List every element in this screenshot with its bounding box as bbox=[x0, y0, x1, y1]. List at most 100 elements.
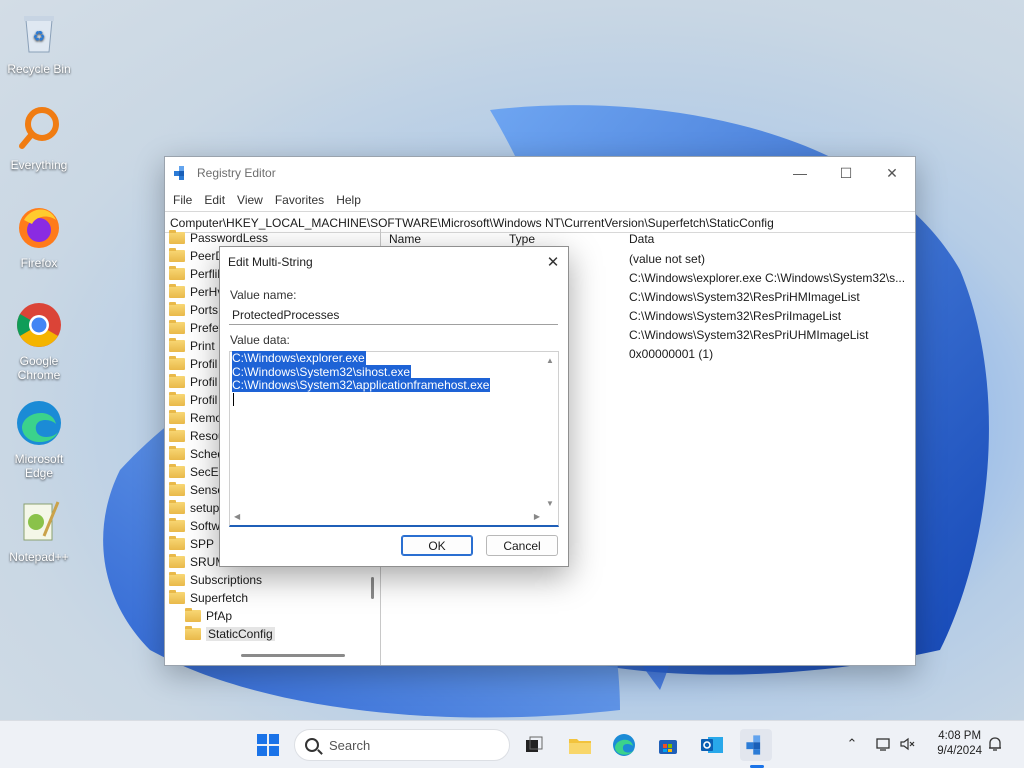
dialog-title: Edit Multi-String bbox=[228, 255, 313, 269]
folder-icon bbox=[169, 338, 185, 352]
column-header-name[interactable]: Name bbox=[385, 232, 505, 246]
folder-icon bbox=[169, 230, 185, 244]
search-icon bbox=[305, 738, 319, 752]
registry-editor-icon bbox=[174, 166, 184, 180]
desktop-icon-microsoft-edge[interactable]: Microsoft Edge bbox=[2, 398, 76, 480]
file-explorer-icon bbox=[569, 739, 591, 754]
folder-icon bbox=[169, 554, 185, 568]
desktop-icon-label: Everything bbox=[10, 158, 68, 172]
folder-icon bbox=[185, 626, 201, 640]
folder-icon bbox=[169, 518, 185, 532]
firefox-icon bbox=[14, 202, 64, 252]
tree-item[interactable]: Superfetch bbox=[169, 589, 380, 607]
menu-favorites[interactable]: Favorites bbox=[269, 193, 330, 207]
folder-icon bbox=[169, 266, 185, 280]
edge-icon bbox=[613, 734, 635, 756]
value-data-lines: C:\Windows\explorer.exe C:\Windows\Syste… bbox=[232, 351, 491, 393]
start-button[interactable] bbox=[252, 729, 284, 761]
task-view-icon bbox=[526, 736, 543, 752]
column-header-type[interactable]: Type bbox=[505, 232, 625, 246]
registry-editor-icon bbox=[746, 735, 761, 755]
chevron-up-icon[interactable]: ⌃ bbox=[843, 735, 861, 753]
taskbar-search-box[interactable]: Search bbox=[294, 729, 510, 761]
desktop-icon-firefox[interactable]: Firefox bbox=[2, 202, 76, 270]
ok-button[interactable]: OK bbox=[401, 535, 473, 556]
store-icon bbox=[659, 740, 677, 754]
tree-horizontal-scrollbar[interactable] bbox=[241, 654, 345, 657]
minimize-button[interactable]: — bbox=[777, 157, 823, 189]
desktop-icon-recycle-bin[interactable]: ♻ Recycle Bin bbox=[2, 8, 76, 76]
desktop-icon-notepad-plus-plus[interactable]: Notepad++ bbox=[2, 496, 76, 564]
dialog-titlebar[interactable]: Edit Multi-String ✕ bbox=[220, 247, 568, 277]
column-header-data[interactable]: Data bbox=[625, 232, 915, 246]
menu-help[interactable]: Help bbox=[330, 193, 367, 207]
scroll-up-arrow-icon[interactable]: ▲ bbox=[546, 356, 554, 365]
desktop-icon-label: Google Chrome bbox=[17, 354, 61, 382]
chrome-icon bbox=[14, 300, 64, 350]
folder-icon bbox=[169, 500, 185, 514]
horizontal-scrollbar[interactable]: ◀ ▶ bbox=[234, 511, 540, 523]
folder-icon bbox=[169, 410, 185, 424]
desktop-icon-label: Recycle Bin bbox=[7, 62, 71, 76]
tree-item-staticconfig[interactable]: StaticConfig bbox=[169, 625, 380, 643]
system-clock[interactable]: 4:08 PM 9/4/2024 bbox=[937, 729, 982, 759]
folder-icon bbox=[169, 356, 185, 370]
tree-item-pfap[interactable]: PfAp bbox=[169, 607, 380, 625]
desktop-icon-label: Firefox bbox=[20, 256, 58, 270]
menu-file[interactable]: File bbox=[167, 193, 198, 207]
clock-time: 4:08 PM bbox=[938, 730, 982, 742]
window-titlebar[interactable]: Registry Editor — ☐ ✕ bbox=[165, 157, 915, 189]
file-explorer-button[interactable] bbox=[564, 729, 596, 761]
clock-date: 9/4/2024 bbox=[937, 745, 982, 757]
value-data-line: C:\Windows\System32\applicationframehost… bbox=[232, 378, 491, 392]
recycle-bin-icon: ♻ bbox=[14, 8, 64, 58]
folder-icon bbox=[169, 428, 185, 442]
desktop-icon-everything[interactable]: Everything bbox=[2, 104, 76, 172]
registry-editor-taskbar-button[interactable] bbox=[740, 729, 772, 761]
value-name-field[interactable] bbox=[229, 305, 558, 325]
scroll-right-arrow-icon[interactable]: ▶ bbox=[534, 512, 540, 521]
maximize-button[interactable]: ☐ bbox=[823, 157, 869, 189]
tree-vertical-scrollbar[interactable] bbox=[371, 577, 374, 599]
vertical-scrollbar[interactable]: ▲ ▼ bbox=[544, 356, 556, 508]
scroll-left-arrow-icon[interactable]: ◀ bbox=[234, 512, 240, 521]
value-data-line: C:\Windows\explorer.exe bbox=[232, 351, 366, 365]
cancel-button[interactable]: Cancel bbox=[486, 535, 558, 556]
menu-bar: File Edit View Favorites Help bbox=[165, 189, 915, 211]
desktop-icon-google-chrome[interactable]: Google Chrome bbox=[2, 300, 76, 382]
folder-icon bbox=[169, 320, 185, 334]
value-name-label: Value name: bbox=[230, 288, 297, 302]
notification-bell-icon[interactable] bbox=[986, 735, 1004, 753]
menu-edit[interactable]: Edit bbox=[198, 193, 231, 207]
folder-icon bbox=[185, 608, 201, 622]
tree-item[interactable]: PasswordLess bbox=[169, 229, 380, 247]
search-placeholder: Search bbox=[329, 737, 371, 753]
close-icon[interactable]: ✕ bbox=[538, 247, 568, 277]
svg-text:♻: ♻ bbox=[33, 29, 46, 45]
value-data-textarea[interactable]: C:\Windows\explorer.exe C:\Windows\Syste… bbox=[229, 351, 559, 527]
task-view-button[interactable] bbox=[518, 729, 550, 761]
value-data-label: Value data: bbox=[230, 333, 290, 347]
folder-icon bbox=[169, 446, 185, 460]
volume-muted-icon[interactable] bbox=[899, 735, 917, 753]
folder-icon bbox=[169, 302, 185, 316]
folder-icon bbox=[169, 482, 185, 496]
folder-icon bbox=[169, 392, 185, 406]
menu-view[interactable]: View bbox=[231, 193, 269, 207]
text-caret bbox=[233, 393, 234, 406]
window-title: Registry Editor bbox=[197, 166, 276, 180]
outlook-button[interactable] bbox=[696, 729, 728, 761]
edge-icon bbox=[14, 398, 64, 448]
everything-search-icon bbox=[14, 104, 64, 154]
microsoft-store-button[interactable] bbox=[652, 729, 684, 761]
edit-multi-string-dialog[interactable]: Edit Multi-String ✕ Value name: Value da… bbox=[219, 246, 569, 567]
folder-icon bbox=[169, 374, 185, 388]
desktop-icon-label: Notepad++ bbox=[9, 550, 69, 564]
value-data-line: C:\Windows\System32\sihost.exe bbox=[232, 364, 412, 379]
network-icon[interactable] bbox=[875, 735, 893, 753]
scroll-down-arrow-icon[interactable]: ▼ bbox=[546, 499, 554, 508]
edge-taskbar-button[interactable] bbox=[608, 729, 640, 761]
close-button[interactable]: ✕ bbox=[869, 157, 915, 189]
tree-item[interactable]: Subscriptions bbox=[169, 571, 380, 589]
notepad-plus-plus-icon bbox=[14, 496, 64, 546]
